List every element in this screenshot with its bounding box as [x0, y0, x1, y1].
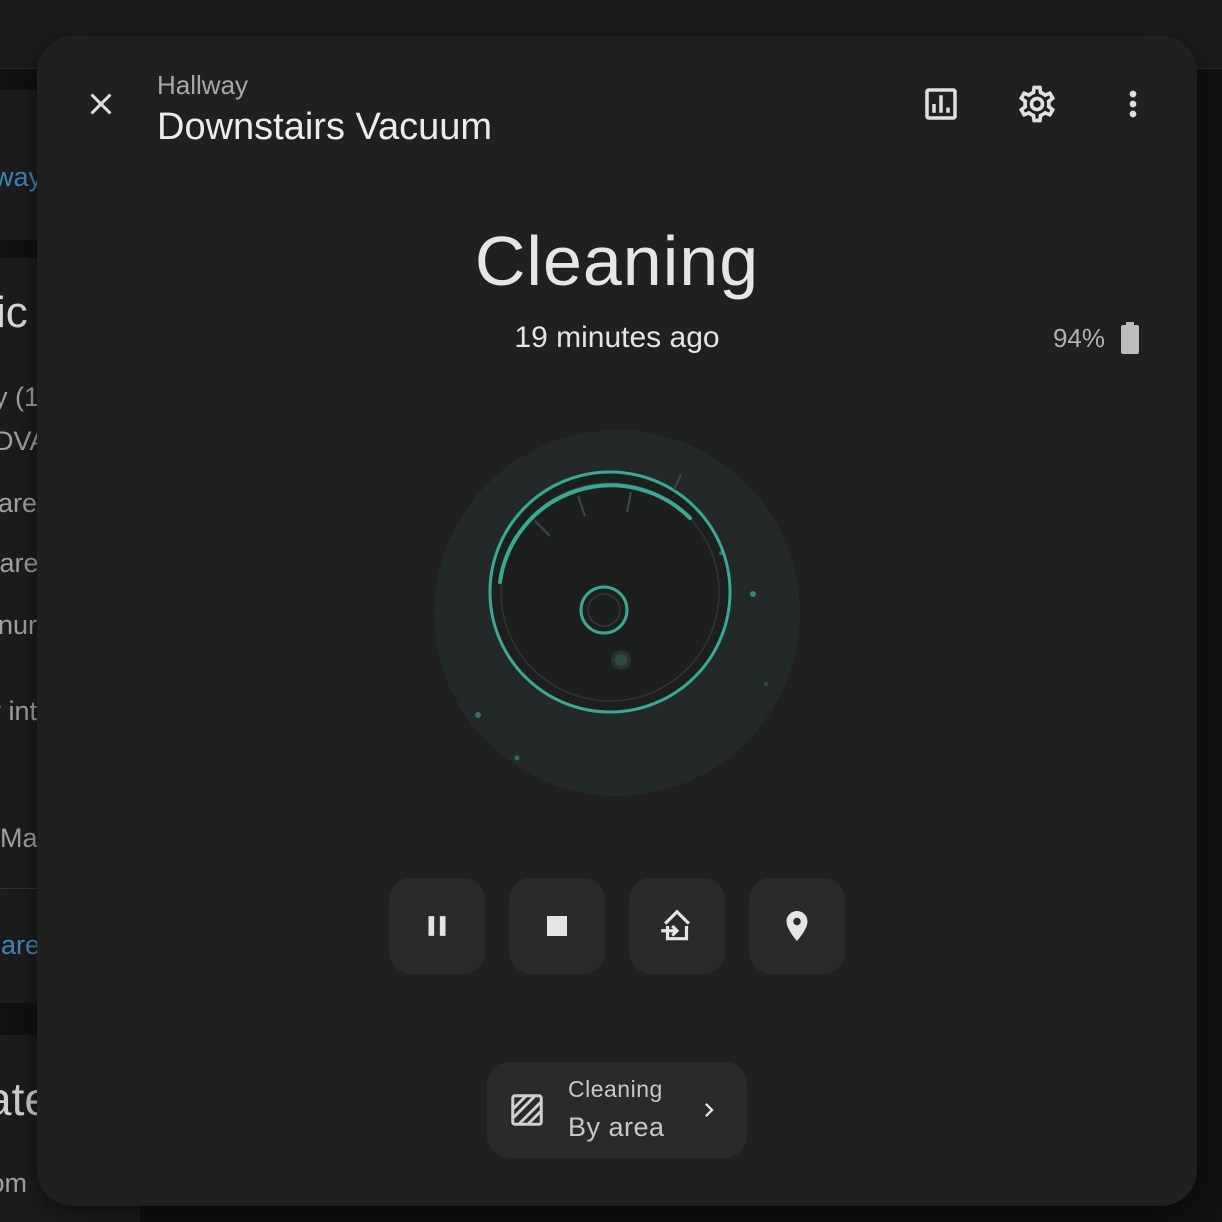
more-info-dialog: Hallway Downstairs Vacuum Cleaning 19 mi… [37, 36, 1197, 1206]
background-text: y (1 [0, 382, 40, 412]
battery-indicator[interactable]: 94% [1053, 322, 1141, 354]
gear-icon [1019, 85, 1055, 123]
battery-icon [1121, 322, 1139, 354]
mode-value: By area [568, 1112, 665, 1142]
settings-button[interactable] [1009, 76, 1065, 132]
cleaning-mode-select[interactable]: Cleaning By area [487, 1062, 747, 1158]
history-button[interactable] [913, 76, 969, 132]
close-icon [90, 93, 112, 115]
more-options-button[interactable] [1105, 76, 1161, 132]
map-marker-icon [786, 911, 808, 941]
stop-icon [547, 916, 567, 936]
background-text: ic [0, 288, 28, 337]
background-text: Ma [0, 823, 38, 853]
background-text: vare [0, 548, 39, 578]
mode-label: Cleaning [568, 1076, 663, 1102]
battery-level: 94% [1052, 322, 1105, 353]
locate-button[interactable] [749, 878, 845, 974]
pause-button[interactable] [389, 878, 485, 974]
stop-button[interactable] [509, 878, 605, 974]
background-text: tom [0, 1168, 28, 1198]
breadcrumb: Hallway [157, 70, 249, 100]
background-text: way [0, 162, 43, 192]
last-changed-label: 19 minutes ago [514, 321, 720, 354]
background-text: nur [0, 610, 38, 640]
dialog-title: Downstairs Vacuum [157, 106, 493, 148]
close-button[interactable] [73, 76, 129, 132]
dots-vertical-icon [1129, 90, 1137, 118]
background-text: r int [0, 696, 38, 726]
home-import-icon [661, 909, 690, 941]
pause-icon [428, 916, 446, 936]
state-label: Cleaning [474, 222, 760, 300]
background-text: hare [0, 930, 41, 960]
vacuum-body [488, 470, 732, 714]
background-text: are [0, 488, 38, 518]
texture-box-icon [511, 1094, 543, 1126]
return-home-button[interactable] [629, 878, 725, 974]
chevron-right-icon [705, 1103, 714, 1117]
vacuum-illustration [434, 430, 800, 796]
vacuum-controls [389, 878, 845, 974]
chart-icon [925, 88, 957, 120]
